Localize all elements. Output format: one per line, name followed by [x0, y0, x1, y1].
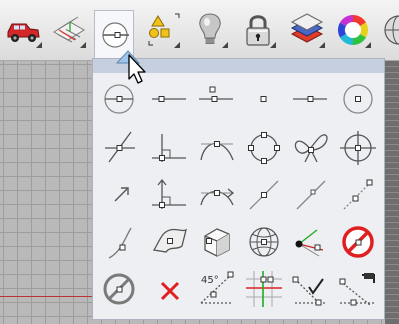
quadrant-icon[interactable]: [242, 128, 286, 168]
lock-icon[interactable]: [238, 10, 278, 50]
project-snap-icon[interactable]: [336, 269, 380, 309]
perpendicular-icon[interactable]: [148, 128, 192, 168]
cancel-icon[interactable]: [148, 269, 192, 309]
curve-point-icon[interactable]: [101, 222, 145, 262]
layer-icon[interactable]: [287, 10, 327, 50]
tangent-arrow-icon[interactable]: [195, 175, 239, 215]
angle-45-label: 45°: [201, 275, 219, 286]
x-axis-line: [0, 296, 95, 297]
no-snap-icon[interactable]: [336, 222, 380, 262]
on-line-icon[interactable]: [242, 175, 286, 215]
circle-center-icon[interactable]: [336, 81, 380, 121]
mesh-sphere-icon[interactable]: [242, 222, 286, 262]
mid-snap-icon[interactable]: [195, 81, 239, 121]
disable-icon[interactable]: [101, 269, 145, 309]
viewport-shaded-edge: [385, 60, 399, 324]
mouse-cursor-icon: [115, 47, 155, 87]
car-icon[interactable]: [4, 10, 44, 50]
dotted-line-icon[interactable]: [336, 175, 380, 215]
axes-point-icon[interactable]: [289, 222, 333, 262]
center-line-icon[interactable]: [289, 81, 333, 121]
grid-icon[interactable]: [48, 10, 88, 50]
arrow-point-icon[interactable]: [101, 175, 145, 215]
perp-arrow-icon[interactable]: [148, 175, 192, 215]
box-icon[interactable]: [195, 222, 239, 262]
bulb-icon[interactable]: [190, 10, 230, 50]
osnap-flyout-panel: 45°: [92, 58, 385, 320]
knot-icon[interactable]: [289, 128, 333, 168]
grid-snap-icon[interactable]: [242, 269, 286, 309]
intersection-icon[interactable]: [101, 128, 145, 168]
along-line-icon[interactable]: [289, 175, 333, 215]
crosshair-icon[interactable]: [336, 128, 380, 168]
point-snap-icon[interactable]: [242, 81, 286, 121]
surface-point-icon[interactable]: [148, 222, 192, 262]
check-snap-icon[interactable]: [289, 269, 333, 309]
sphere-icon[interactable]: [381, 10, 399, 50]
osnap-button-grid: 45°: [101, 81, 381, 317]
shapes-icon[interactable]: [142, 10, 182, 50]
tangent-icon[interactable]: [195, 128, 239, 168]
color-wheel-icon[interactable]: [333, 10, 373, 50]
toolbar: [0, 0, 399, 61]
angle-45-icon[interactable]: 45°: [195, 269, 239, 309]
